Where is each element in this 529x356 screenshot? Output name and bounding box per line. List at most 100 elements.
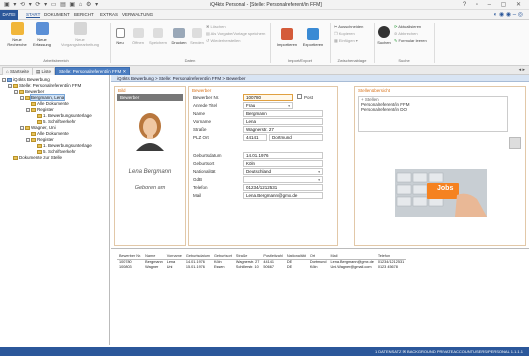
eraser-icon: ✎ (394, 38, 398, 43)
tree-toggle-icon[interactable]: - (14, 89, 18, 94)
offnen-button[interactable]: Öffnen (130, 28, 146, 45)
applicant-table: Bewerber Nr. Name Vorname Geburtsdatum Gebur… (117, 254, 407, 270)
wiederherstellen-button[interactable]: ↺ Wiederherstellen (206, 38, 240, 44)
jobs-label: Jobs (437, 185, 454, 192)
field-input[interactable]: 01234/1212531 (243, 184, 323, 191)
tab-scroll-arrows[interactable]: ◂ ▸ (519, 67, 525, 73)
tree-toggle-icon[interactable]: - (8, 83, 12, 88)
folder-icon (37, 143, 42, 148)
folder-icon (7, 77, 12, 82)
status-text: 1 DATENSATZ ✉ BACKGROUND PRIVATEACCOUNTU… (374, 349, 523, 354)
stellen-list[interactable]: + Stellen Personalreferent/in FFM Person… (358, 96, 508, 132)
field-input[interactable]: Deutschland ▾ (243, 168, 323, 175)
tab-start[interactable]: START (26, 12, 41, 18)
folder-icon (37, 149, 42, 154)
form-row: Vorname Lena (193, 118, 337, 126)
window-controls[interactable]: ? ▫ – ▢ ✕ (463, 1, 525, 8)
column-header[interactable]: Postleitzahl (261, 254, 285, 260)
field-input[interactable]: 100780 (243, 94, 293, 101)
column-header[interactable]: Geburtsort (211, 254, 234, 260)
post-checkbox[interactable] (297, 94, 302, 99)
window-title: iQ4ktx Personal - [Stelle: Personalrefer… (210, 2, 322, 8)
neu-button[interactable]: Neu (114, 28, 126, 45)
new-entry-icon (35, 22, 49, 35)
field-input[interactable]: Wagnerstr. 27 (243, 126, 323, 133)
field-input[interactable]: 44141 (243, 134, 267, 141)
quick-access-toolbar[interactable]: ▣ ▾ ⟲ ▾ ⟳ ▾ ▭ ▤ ▣ ⌂ ⚙ ▾ (4, 1, 99, 8)
stellen-item[interactable]: Personalreferent/in DO (359, 107, 507, 112)
field-input[interactable]: ▾ (243, 176, 323, 183)
tab-startseite[interactable]: ⌂ Startseite (2, 67, 33, 75)
exportieren-button[interactable]: Exportieren (300, 28, 326, 47)
suchen-button[interactable]: Suchen (376, 26, 392, 45)
field-input[interactable]: Bergmann (243, 110, 323, 117)
tree-toggle-icon[interactable]: - (20, 125, 24, 130)
tab-stelle[interactable]: Stelle: Personalreferent/in FFM ✕ (55, 67, 131, 75)
dropdown-arrow-icon[interactable]: ▾ (288, 103, 290, 108)
form-row: Mail Lena.Bergmann@gmx.de (193, 192, 337, 200)
tree-node[interactable]: Dokumente zur Stelle (2, 155, 107, 161)
aktualisieren-button[interactable]: ⟳ Aktualisieren (394, 24, 421, 30)
group-separator (110, 23, 111, 63)
tab-liste[interactable]: ▤ Liste (32, 67, 56, 75)
tab-extras[interactable]: EXTRAS (100, 12, 118, 17)
loeschen-button[interactable]: ✖ Löschen (206, 24, 226, 30)
applicant-photo (132, 109, 168, 151)
field-input[interactable]: Lena.Bergmann@gmx.de (243, 192, 323, 199)
tree-toggle-icon[interactable]: - (26, 137, 30, 142)
briefcase-icon[interactable] (509, 137, 521, 149)
tree-node-label: Bewerber (25, 89, 45, 94)
field-input[interactable]: Frau ▾ (243, 102, 293, 109)
tab-datei[interactable]: DATEI (0, 10, 18, 20)
group-separator (270, 23, 271, 63)
table-cell: Uni.Wagner@gmail.com (330, 265, 372, 269)
field-value: Frau (246, 103, 256, 108)
neue-erfassung-button[interactable]: Neue Erfassung (30, 22, 54, 47)
ausschneiden-button[interactable]: ✂ Ausschneiden (334, 24, 363, 30)
importieren-button[interactable]: Importieren (274, 28, 300, 47)
speichern-button[interactable]: Speichern (148, 28, 168, 45)
status-bar: 1 DATENSATZ ✉ BACKGROUND PRIVATEACCOUNTU… (0, 347, 529, 356)
drucken-button[interactable]: Drucken (170, 28, 188, 45)
einfuegen-button[interactable]: ▦ Einfügen ▾ (334, 38, 358, 44)
formular-leeren-button[interactable]: ✎ Formular leeren (394, 38, 427, 44)
field-input[interactable]: 14.01.1976 (243, 152, 323, 159)
table-cell: 100803 (119, 265, 132, 269)
help-icons[interactable]: ◐ ◉ ◉ – ◎ (494, 11, 523, 18)
kopieren-button[interactable]: ❐ Kopieren (334, 31, 355, 37)
field-value: Lena (246, 119, 257, 124)
tab-verwaltung[interactable]: VERWALTUNG (122, 12, 153, 17)
table-row[interactable]: 100803 Wagner Uni 15.01.1976 Essen Schillerst… (117, 265, 406, 270)
field-value: Köln (246, 161, 256, 166)
form-row: Anrede Titel Frau ▾ (193, 102, 337, 110)
process-icon (73, 22, 87, 35)
group-separator (374, 23, 375, 63)
column-header[interactable]: Bewerber Nr. (117, 254, 144, 260)
field-input[interactable]: Köln (243, 160, 323, 167)
tree-toggle-icon[interactable]: - (20, 95, 24, 100)
tab-dokument[interactable]: DOKUMENT (44, 12, 70, 17)
tree-node-label: Bergmann, Lena (29, 94, 66, 101)
dropdown-arrow-icon[interactable]: ▾ (318, 177, 320, 182)
tab-bericht[interactable]: BERICHT (74, 12, 94, 17)
breadcrumb: iQ4kts Bewerbung > Stelle: Personalrefer… (111, 75, 529, 82)
column-header[interactable]: Vorname (164, 254, 184, 260)
bewerber-tab[interactable]: Bewerber (117, 94, 183, 101)
tree-node-label: 5. Schriftverkehr (43, 149, 76, 154)
dropdown-arrow-icon[interactable]: ▾ (318, 169, 320, 174)
field-label: Telefon (193, 185, 208, 190)
tree-toggle-icon[interactable]: - (2, 77, 6, 82)
abbrechen-button[interactable]: ⊘ Abbrechen (394, 31, 418, 37)
column-header[interactable]: Geburtsdatum (183, 254, 212, 260)
senden-button[interactable]: Senden (190, 28, 204, 45)
neue-vorgang-button[interactable]: Neue Vorgangsbearbeitung (58, 22, 102, 47)
bewerber-panel-header: Bewerber (192, 88, 212, 93)
column-header[interactable]: Nationalität (284, 254, 308, 260)
tree-toggle-icon[interactable]: - (26, 107, 30, 112)
field-input[interactable]: Lena (243, 118, 323, 125)
post-label: Post (304, 95, 314, 100)
stellen-panel-header: Stellenübersicht (358, 88, 391, 93)
neue-recherche-button[interactable]: Neue Recherche (6, 22, 28, 47)
als-vorlage-button[interactable]: ▤ Als Vorgabe/Vorlage speichern (206, 31, 265, 37)
field-input[interactable]: Dortmund (269, 134, 323, 141)
